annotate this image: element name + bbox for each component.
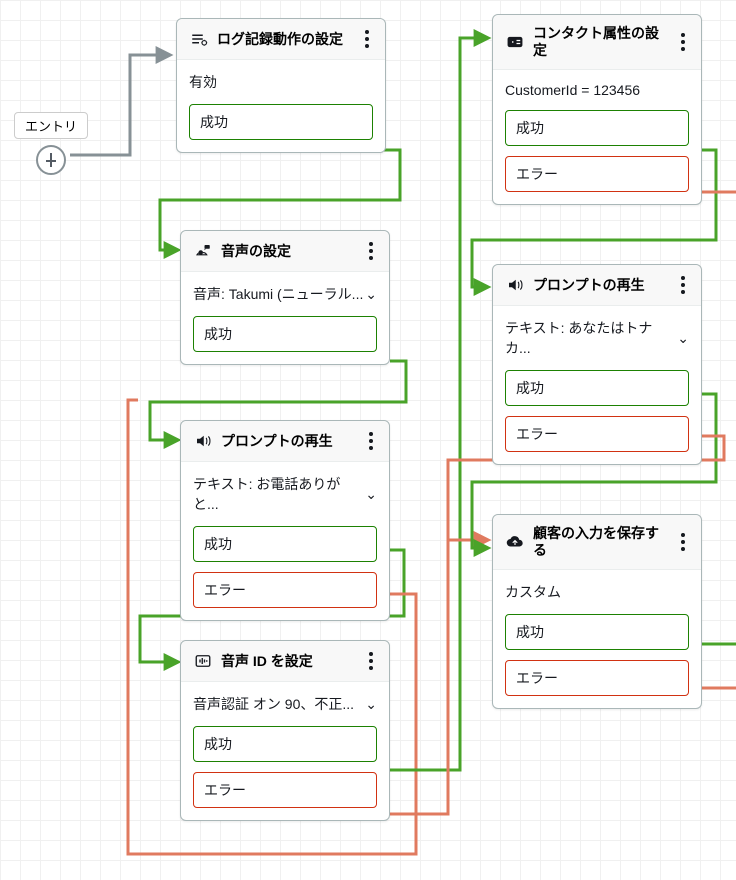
node-outlets: 成功 エラー (181, 726, 389, 820)
contact-card-icon (505, 32, 525, 52)
node-body-value: テキスト: お電話ありがと... (193, 474, 365, 514)
chevron-down-icon[interactable]: ⌄ (365, 696, 377, 713)
node-header: 音声の設定 (181, 231, 389, 272)
node-outlets: 成功 エラー (493, 614, 701, 708)
node-title: プロンプトの再生 (533, 277, 665, 294)
node-contact[interactable]: コンタクト属性の設定 CustomerId = 123456 成功 エラー (492, 14, 702, 205)
node-header: プロンプトの再生 (181, 421, 389, 462)
node-outlets: 成功 エラー (181, 526, 389, 620)
node-menu-button[interactable] (673, 276, 693, 294)
node-title: ログ記録動作の設定 (217, 31, 349, 48)
node-title: 音声の設定 (221, 243, 353, 260)
entry-start-icon (36, 145, 66, 175)
node-header: 顧客の入力を保存する (493, 515, 701, 570)
outlet-error[interactable]: エラー (505, 660, 689, 696)
outlet-error[interactable]: エラー (193, 572, 377, 608)
node-body: テキスト: あなたはトナカ... ⌄ (493, 306, 701, 370)
node-body: カスタム (493, 570, 701, 614)
node-menu-button[interactable] (361, 242, 381, 260)
node-body: CustomerId = 123456 (493, 70, 701, 110)
node-body-value: 音声: Takumi (ニューラル... (193, 284, 363, 304)
node-prompt2[interactable]: プロンプトの再生 テキスト: あなたはトナカ... ⌄ 成功 エラー (492, 264, 702, 465)
outlet-error[interactable]: エラー (505, 156, 689, 192)
outlet-error[interactable]: エラー (505, 416, 689, 452)
node-body: 音声認証 オン 90、不正... ⌄ (181, 682, 389, 726)
node-outlets: 成功 エラー (493, 110, 701, 204)
node-body: 音声: Takumi (ニューラル... ⌄ (181, 272, 389, 316)
node-outlets: 成功 (177, 104, 385, 152)
chevron-down-icon[interactable]: ⌄ (677, 330, 689, 347)
node-store[interactable]: 顧客の入力を保存する カスタム 成功 エラー (492, 514, 702, 709)
node-outlets: 成功 (181, 316, 389, 364)
node-menu-button[interactable] (361, 652, 381, 670)
log-settings-icon (189, 29, 209, 49)
node-header: プロンプトの再生 (493, 265, 701, 306)
node-title: プロンプトの再生 (221, 433, 353, 450)
node-header: 音声 ID を設定 (181, 641, 389, 682)
node-body-text: 有効 (189, 72, 373, 92)
speaker-icon (193, 431, 213, 451)
node-body-value: テキスト: あなたはトナカ... (505, 318, 677, 358)
node-header: ログ記録動作の設定 (177, 19, 385, 60)
chevron-down-icon[interactable]: ⌄ (365, 486, 377, 503)
outlet-success[interactable]: 成功 (505, 110, 689, 146)
node-menu-button[interactable] (361, 432, 381, 450)
node-title: 顧客の入力を保存する (533, 525, 665, 559)
node-title: 音声 ID を設定 (221, 653, 353, 670)
outlet-success[interactable]: 成功 (193, 316, 377, 352)
entry-node[interactable]: エントリ (14, 112, 88, 175)
node-body-text: 音声認証 オン 90、不正... ⌄ (193, 694, 377, 714)
cloud-upload-icon (505, 532, 525, 552)
outlet-success[interactable]: 成功 (505, 370, 689, 406)
voice-id-icon (193, 651, 213, 671)
node-body: 有効 (177, 60, 385, 104)
node-body-value: 音声認証 オン 90、不正... (193, 694, 354, 714)
node-body-text: テキスト: あなたはトナカ... ⌄ (505, 318, 689, 358)
node-body: テキスト: お電話ありがと... ⌄ (181, 462, 389, 526)
node-menu-button[interactable] (357, 30, 377, 48)
node-voice[interactable]: 音声の設定 音声: Takumi (ニューラル... ⌄ 成功 (180, 230, 390, 365)
node-voiceId[interactable]: 音声 ID を設定 音声認証 オン 90、不正... ⌄ 成功 エラー (180, 640, 390, 821)
outlet-success[interactable]: 成功 (189, 104, 373, 140)
node-title: コンタクト属性の設定 (533, 25, 665, 59)
outlet-success[interactable]: 成功 (193, 726, 377, 762)
node-outlets: 成功 エラー (493, 370, 701, 464)
outlet-success[interactable]: 成功 (505, 614, 689, 650)
outlet-success[interactable]: 成功 (193, 526, 377, 562)
node-body-text: CustomerId = 123456 (505, 82, 689, 98)
chevron-down-icon[interactable]: ⌄ (365, 286, 377, 303)
node-menu-button[interactable] (673, 33, 693, 51)
outlet-error[interactable]: エラー (193, 772, 377, 808)
node-body-text: テキスト: お電話ありがと... ⌄ (193, 474, 377, 514)
node-header: コンタクト属性の設定 (493, 15, 701, 70)
speaker-icon (505, 275, 525, 295)
node-menu-button[interactable] (673, 533, 693, 551)
node-log[interactable]: ログ記録動作の設定 有効 成功 (176, 18, 386, 153)
entry-label: エントリ (14, 112, 88, 139)
node-prompt1[interactable]: プロンプトの再生 テキスト: お電話ありがと... ⌄ 成功 エラー (180, 420, 390, 621)
node-body-text: 音声: Takumi (ニューラル... ⌄ (193, 284, 377, 304)
voice-settings-icon (193, 241, 213, 261)
node-body-text: カスタム (505, 582, 689, 602)
